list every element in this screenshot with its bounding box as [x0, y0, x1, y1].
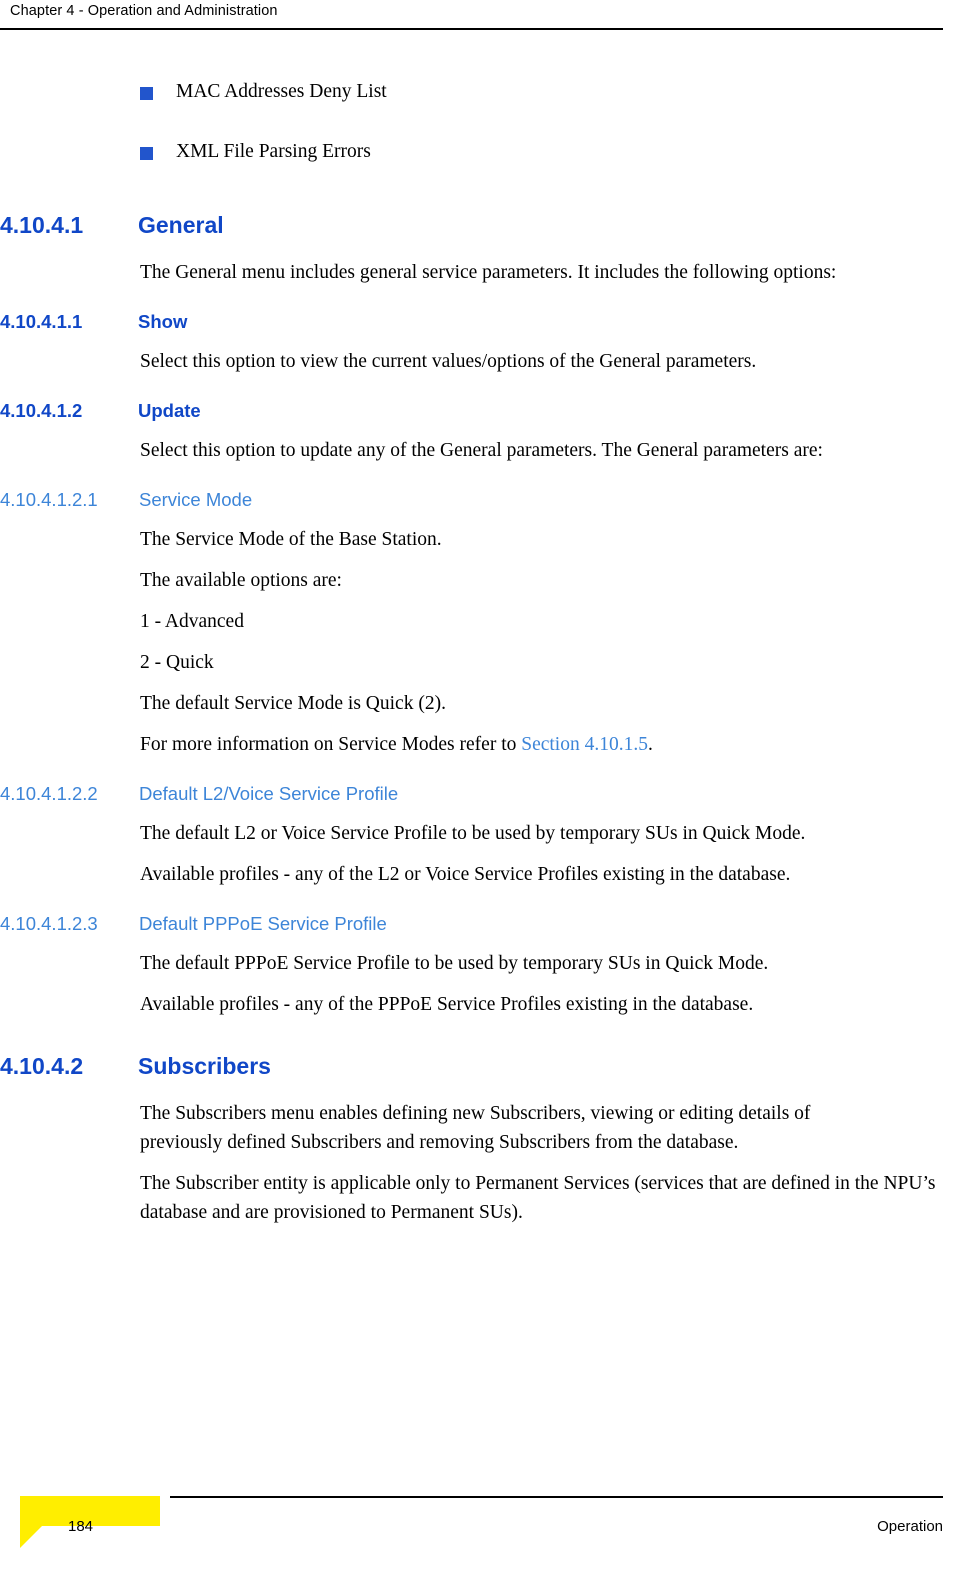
page-number: 184 [68, 1518, 94, 1535]
page-content: MAC Addresses Deny List XML File Parsing… [0, 30, 977, 1227]
paragraph-default-pppoe-1: The default PPPoE Service Profile to be … [140, 953, 769, 974]
heading-general-number: 4.10.4.1 [0, 212, 84, 238]
heading-subscribers-title: Subscribers [138, 1053, 271, 1079]
paragraph-service-mode-reference: For more information on Service Modes re… [140, 730, 941, 759]
heading-update: 4.10.4.1.2 Update [0, 400, 977, 428]
list-item: XML File Parsing Errors [140, 138, 937, 166]
heading-show-title: Show [138, 311, 188, 332]
footer-divider [170, 1496, 943, 1498]
paragraph-subscribers-2: The Subscriber entity is applicable only… [140, 1173, 936, 1223]
square-bullet-icon [140, 87, 153, 100]
heading-service-mode-title: Service Mode [139, 489, 253, 510]
heading-general: 4.10.4.1 General [0, 212, 977, 246]
list-item-label: MAC Addresses Deny List [176, 81, 387, 102]
square-bullet-icon [140, 147, 153, 160]
paragraph-service-mode-2: The available options are: [140, 570, 342, 591]
heading-update-number: 4.10.4.1.2 [0, 400, 83, 421]
paragraph-service-mode-1: The Service Mode of the Base Station. [140, 529, 442, 550]
heading-subscribers: 4.10.4.2 Subscribers [0, 1053, 977, 1087]
heading-default-l2-voice: 4.10.4.1.2.2 Default L2/Voice Service Pr… [0, 783, 977, 811]
cross-reference-link[interactable]: Section 4.10.1.5 [521, 734, 648, 755]
list-item-label: XML File Parsing Errors [176, 141, 371, 162]
paragraph-update-body: Select this option to update any of the … [140, 440, 823, 461]
heading-show: 4.10.4.1.1 Show [0, 311, 977, 339]
paragraph-service-mode-option-1: 1 - Advanced [140, 611, 244, 632]
paragraph-default-l2-voice-1: The default L2 or Voice Service Profile … [140, 823, 806, 844]
heading-default-l2-voice-title: Default L2/Voice Service Profile [139, 783, 399, 804]
heading-subscribers-number: 4.10.4.2 [0, 1053, 84, 1079]
paragraph-default-l2-voice-2: Available profiles - any of the L2 or Vo… [140, 864, 791, 885]
list-item: MAC Addresses Deny List [140, 78, 937, 106]
reference-suffix-text: . [647, 734, 653, 755]
page-footer: 184 Operation [0, 1496, 977, 1595]
footer-section-label: Operation [877, 1518, 943, 1535]
chapter-header-text: Chapter 4 - Operation and Administration [10, 3, 278, 19]
paragraph-default-pppoe-2: Available profiles - any of the PPPoE Se… [140, 994, 754, 1015]
heading-general-title: General [138, 212, 224, 238]
heading-service-mode-number: 4.10.4.1.2.1 [0, 489, 98, 510]
reference-prefix-text: For more information on Service Modes re… [140, 734, 522, 755]
heading-update-title: Update [138, 400, 201, 421]
heading-default-l2-voice-number: 4.10.4.1.2.2 [0, 783, 98, 804]
heading-service-mode: 4.10.4.1.2.1 Service Mode [0, 489, 977, 517]
paragraph-service-mode-option-2: 2 - Quick [140, 652, 214, 673]
paragraph-show-body: Select this option to view the current v… [140, 351, 757, 372]
footer-tab-notch [20, 1526, 42, 1548]
paragraph-subscribers-1: The Subscribers menu enables defining ne… [140, 1103, 811, 1153]
heading-default-pppoe-number: 4.10.4.1.2.3 [0, 913, 98, 934]
heading-show-number: 4.10.4.1.1 [0, 311, 83, 332]
paragraph-general-intro: The General menu includes general servic… [140, 262, 837, 283]
page-header: Chapter 4 - Operation and Administration [0, 0, 977, 30]
heading-default-pppoe-title: Default PPPoE Service Profile [139, 913, 387, 934]
paragraph-service-mode-default: The default Service Mode is Quick (2). [140, 693, 446, 714]
heading-default-pppoe: 4.10.4.1.2.3 Default PPPoE Service Profi… [0, 913, 977, 941]
